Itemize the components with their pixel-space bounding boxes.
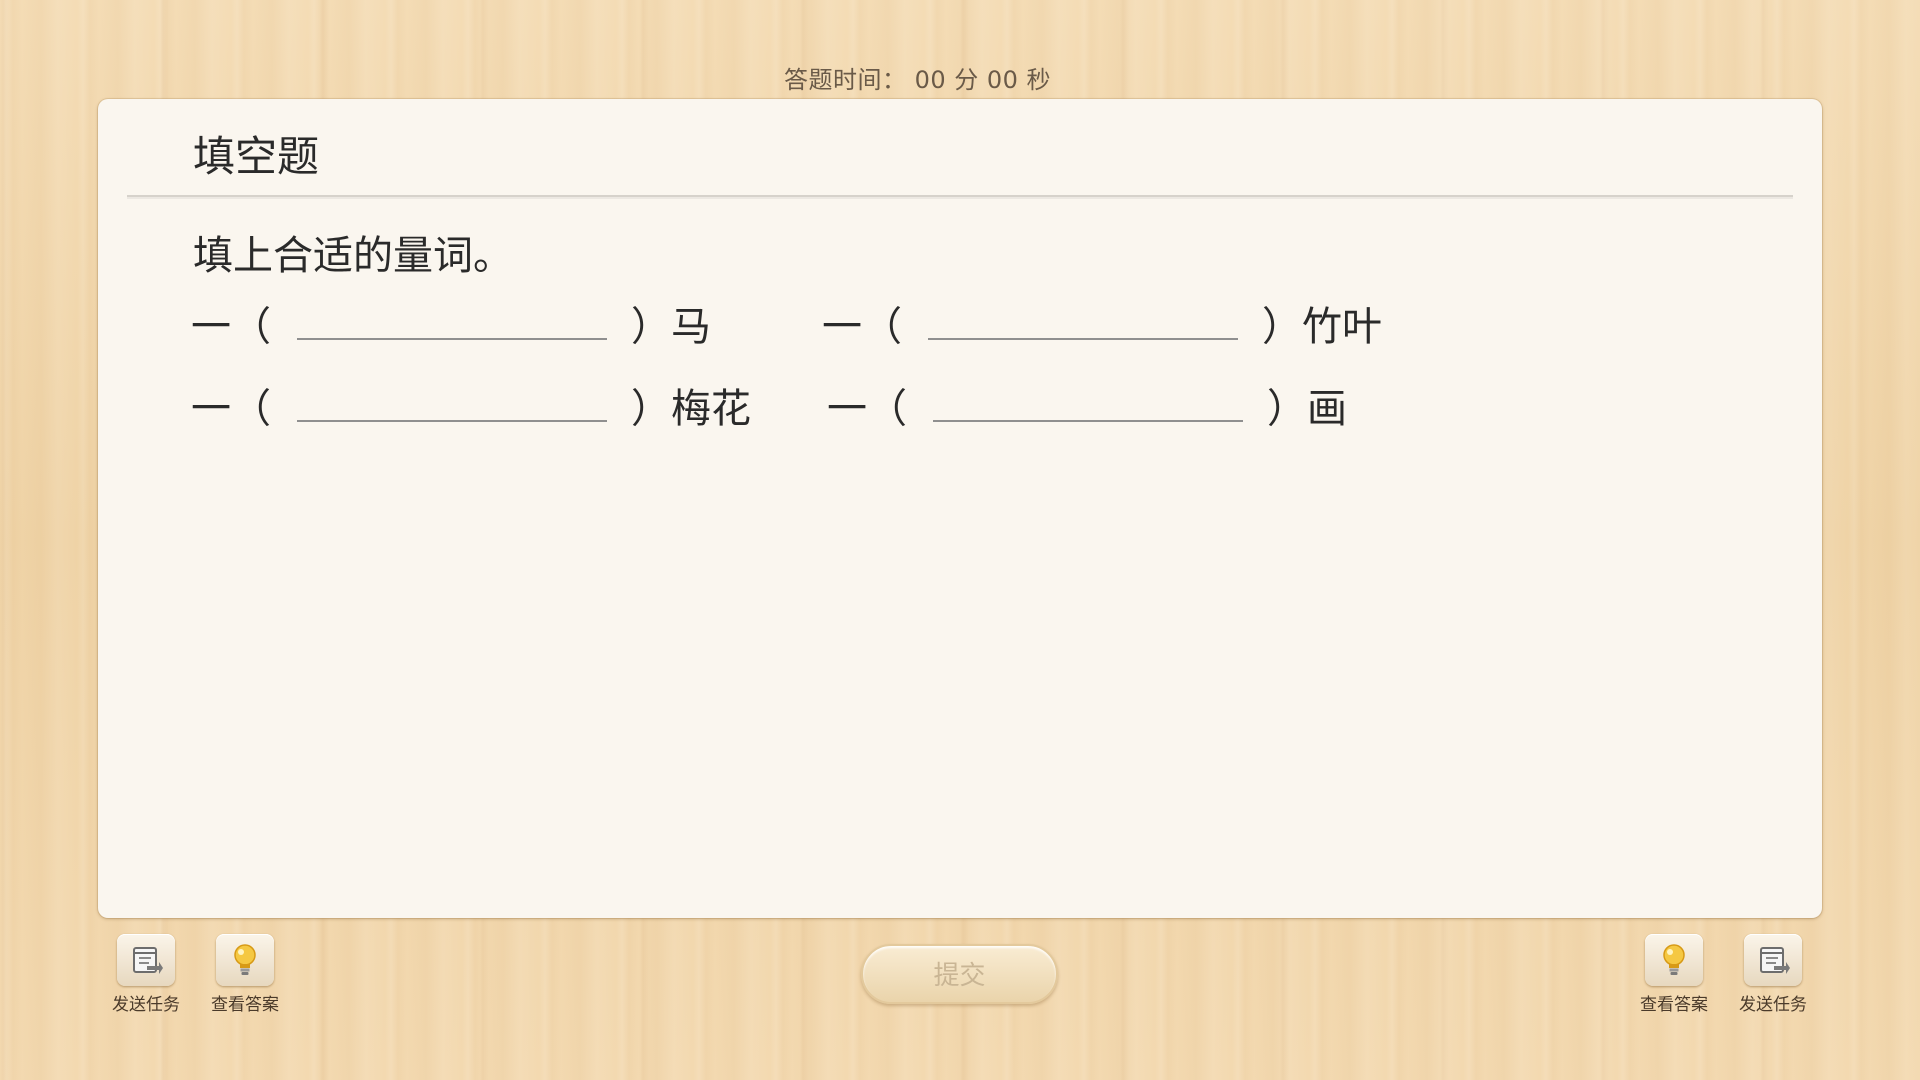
- lightbulb-icon: [216, 934, 274, 986]
- send-task-label: 发送任务: [112, 995, 180, 1015]
- blank-suffix: ）竹叶: [1262, 304, 1382, 350]
- send-task-icon: [1744, 934, 1802, 986]
- view-answer-button-right[interactable]: 查看答案: [1634, 934, 1714, 1015]
- blank-prefix: 一（: [822, 304, 902, 350]
- blank-input-2[interactable]: [928, 288, 1238, 340]
- title-divider: [127, 195, 1793, 199]
- blank-item-1: 一（ ）马: [191, 288, 711, 350]
- view-answer-label: 查看答案: [1640, 995, 1708, 1015]
- blank-input-3[interactable]: [297, 370, 607, 422]
- blank-item-3: 一（ ）梅花: [191, 370, 771, 432]
- send-task-icon: [117, 934, 175, 986]
- blank-prefix: 一（: [191, 386, 271, 432]
- send-task-label: 发送任务: [1739, 995, 1807, 1015]
- blank-suffix: ）马: [631, 304, 711, 350]
- view-answer-label: 查看答案: [211, 995, 279, 1015]
- question-instruction: 填上合适的量词。: [193, 233, 513, 279]
- blank-item-2: 一（ ）竹叶: [822, 288, 1382, 350]
- send-task-button-right[interactable]: 发送任务: [1733, 934, 1813, 1015]
- blank-prefix: 一（: [827, 386, 907, 432]
- send-task-button-left[interactable]: 发送任务: [106, 934, 186, 1015]
- lightbulb-icon: [1645, 934, 1703, 986]
- blank-item-4: 一（ ）画: [827, 370, 1387, 432]
- blank-input-1[interactable]: [297, 288, 607, 340]
- question-type-title: 填空题: [193, 132, 320, 181]
- blank-suffix: ）梅花: [631, 386, 751, 432]
- view-answer-button-left[interactable]: 查看答案: [205, 934, 285, 1015]
- blank-input-4[interactable]: [933, 370, 1243, 422]
- answer-timer: 答题时间： 00 分 00 秒: [783, 66, 1052, 94]
- blank-prefix: 一（: [191, 304, 271, 350]
- blank-suffix: ）画: [1267, 386, 1347, 432]
- submit-button[interactable]: 提交: [861, 944, 1058, 1004]
- question-card: 填空题 填上合适的量词。 一（ ）马 一（ ）竹叶 一（ ）梅花 一（ ）画: [98, 99, 1822, 918]
